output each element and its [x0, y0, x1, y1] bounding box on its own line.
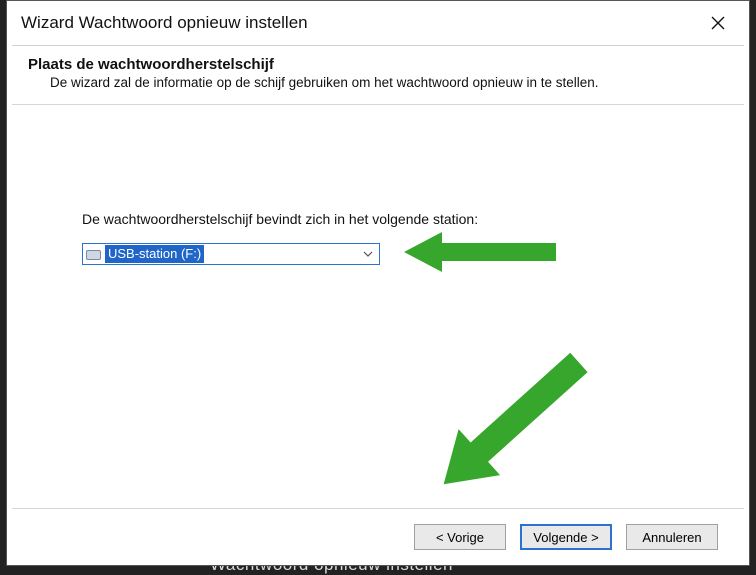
- back-button[interactable]: < Vorige: [414, 524, 506, 550]
- annotation-arrow-down: [430, 310, 600, 530]
- dialog-title: Wizard Wachtwoord opnieuw instellen: [21, 13, 308, 33]
- drive-selected-value: USB-station (F:): [105, 245, 204, 263]
- drive-icon: [85, 248, 101, 260]
- drive-combobox[interactable]: USB-station (F:): [82, 243, 380, 265]
- close-icon: [711, 16, 725, 30]
- wizard-dialog: Wizard Wachtwoord opnieuw instellen Plaa…: [6, 0, 750, 566]
- annotation-arrow-left: [404, 224, 564, 280]
- wizard-header: Plaats de wachtwoordherstelschijf De wiz…: [12, 46, 744, 105]
- wizard-body: De wachtwoordherstelschijf bevindt zich …: [12, 105, 744, 508]
- header-subtitle: De wizard zal de informatie op de schijf…: [50, 75, 728, 90]
- titlebar: Wizard Wachtwoord opnieuw instellen: [7, 1, 749, 45]
- drive-label: De wachtwoordherstelschijf bevindt zich …: [82, 211, 478, 227]
- chevron-down-icon: [363, 251, 373, 257]
- close-button[interactable]: [699, 7, 737, 39]
- header-title: Plaats de wachtwoordherstelschijf: [28, 56, 728, 73]
- cancel-button[interactable]: Annuleren: [626, 524, 718, 550]
- wizard-footer: < Vorige Volgende > Annuleren: [12, 508, 744, 565]
- next-button[interactable]: Volgende >: [520, 524, 612, 550]
